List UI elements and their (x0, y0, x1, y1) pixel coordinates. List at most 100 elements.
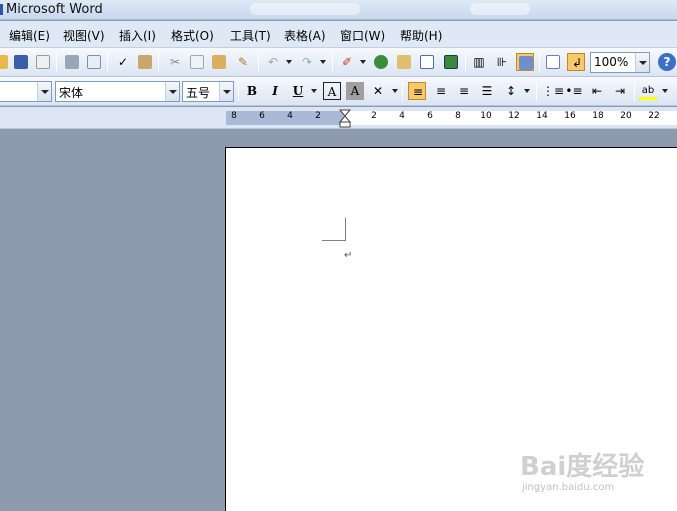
drawing-pen-button[interactable]: ✐ (338, 53, 356, 71)
align-center-button[interactable]: ≡ (432, 82, 450, 100)
columns-button[interactable]: ▥ (470, 53, 488, 71)
ruler-tick: 6 (259, 111, 265, 121)
menu-edit[interactable]: 编辑(E) (9, 27, 50, 44)
document-map-button[interactable] (516, 53, 534, 71)
bold-icon: B (246, 84, 258, 98)
format-painter-button[interactable]: ✎ (234, 53, 252, 71)
copy-icon (190, 55, 204, 69)
spelling-check-icon: ✓ (117, 55, 129, 69)
increase-indent-button[interactable]: ⇥ (611, 82, 629, 100)
ruler-tick: 4 (399, 111, 405, 121)
align-center-icon: ≡ (435, 84, 447, 98)
style-combo[interactable] (0, 81, 52, 102)
redo-dropdown-arrow[interactable] (320, 60, 326, 64)
undo-dropdown-arrow[interactable] (286, 60, 292, 64)
menu-table[interactable]: 表格(A) (284, 27, 326, 44)
underline-icon: U (292, 84, 304, 98)
menu-insert[interactable]: 插入(I) (119, 27, 156, 44)
ruler-tick: 4 (287, 111, 293, 121)
menu-window[interactable]: 窗口(W) (340, 27, 385, 44)
ruler-tick: 8 (455, 111, 461, 121)
pen-dropdown-arrow[interactable] (360, 60, 366, 64)
read-icon (546, 55, 560, 69)
menu-format[interactable]: 格式(O) (171, 27, 214, 44)
help-icon[interactable]: ? (658, 53, 676, 71)
menu-tools[interactable]: 工具(T) (230, 27, 271, 44)
redo-button[interactable]: ↷ (298, 53, 316, 71)
font-name-combo[interactable]: 宋体 (55, 81, 180, 102)
drawing-button[interactable]: ⊪ (493, 53, 511, 71)
tables-borders-icon (397, 55, 411, 69)
bullets-button[interactable]: •≡ (565, 82, 583, 100)
highlight-button[interactable]: ab (639, 82, 657, 100)
char-border-button[interactable]: A (323, 82, 341, 100)
spelling-button[interactable]: ✓ (114, 53, 132, 71)
research-icon (138, 55, 152, 69)
hyperlink-globe-icon (374, 55, 388, 69)
decrease-indent-button[interactable]: ⇤ (588, 82, 606, 100)
font-size-combo[interactable]: 五号 (182, 81, 234, 102)
char-scale-button[interactable]: ✕ (369, 82, 387, 100)
align-right-icon: ≡ (458, 84, 470, 98)
justify-button[interactable]: ☰ (478, 82, 496, 100)
paste-button[interactable] (210, 53, 228, 71)
underline-button[interactable]: U (289, 82, 307, 100)
toolbar-separator (238, 82, 239, 101)
menu-help[interactable]: 帮助(H) (400, 27, 442, 44)
font-name-dropdown-arrow[interactable] (165, 82, 179, 101)
italic-icon: I (272, 84, 278, 98)
ruler-tick: 10 (480, 111, 492, 121)
indent-marker[interactable] (339, 109, 351, 128)
align-left-button[interactable]: ≡ (408, 82, 426, 100)
numbering-button[interactable]: ⋮≡ (542, 82, 565, 100)
font-size-dropdown-arrow[interactable] (219, 82, 233, 101)
char-scale-dropdown-arrow[interactable] (392, 89, 398, 93)
ruler-tick: 12 (508, 111, 520, 121)
zoom-dropdown-arrow[interactable] (635, 53, 649, 72)
print-preview-icon (87, 55, 101, 69)
justify-icon: ☰ (481, 84, 493, 98)
watermark-brand: Bai度经验 (520, 452, 645, 482)
undo-icon: ↶ (267, 55, 279, 69)
decrease-indent-icon: ⇤ (591, 84, 603, 98)
read-mode-button[interactable] (544, 53, 562, 71)
formatting-marks-icon: ↲ (571, 56, 583, 70)
save-button[interactable] (12, 53, 30, 71)
ruler-tick: 16 (564, 111, 576, 121)
copy-button[interactable] (188, 53, 206, 71)
research-button[interactable] (136, 53, 154, 71)
align-right-button[interactable]: ≡ (455, 82, 473, 100)
window-title: Microsoft Word (6, 2, 103, 17)
line-spacing-dropdown-arrow[interactable] (524, 89, 530, 93)
print-button[interactable] (63, 53, 81, 71)
numbered-list-icon: ⋮≡ (542, 84, 565, 98)
line-spacing-button[interactable]: ↕ (502, 82, 520, 100)
cut-button[interactable]: ✂ (166, 53, 184, 71)
italic-button[interactable]: I (266, 82, 284, 100)
undo-button[interactable]: ↶ (264, 53, 282, 71)
permission-button[interactable] (34, 53, 52, 71)
baidu-watermark: Bai度经验 jingyan.baidu.com (514, 440, 664, 500)
redo-icon: ↷ (301, 55, 313, 69)
insert-excel-button[interactable] (442, 53, 460, 71)
menu-view[interactable]: 视图(V) (63, 27, 105, 44)
bold-button[interactable]: B (243, 82, 261, 100)
horizontal-ruler: 8 6 4 2 2 4 6 8 10 12 14 16 18 20 22 (0, 107, 677, 129)
hyperlink-button[interactable] (372, 53, 390, 71)
ruler-tick: 18 (592, 111, 604, 121)
style-dropdown-arrow[interactable] (37, 82, 51, 101)
insert-table-button[interactable] (418, 53, 436, 71)
zoom-combo[interactable]: 100% (590, 52, 650, 73)
print-preview-button[interactable] (85, 53, 103, 71)
margin-corner-mark (322, 240, 346, 241)
toolbar-separator (536, 82, 537, 101)
highlight-dropdown-arrow[interactable] (662, 89, 668, 93)
ruler-tick: 6 (427, 111, 433, 121)
open-button[interactable] (0, 53, 10, 71)
show-hide-button[interactable]: ↲ (567, 53, 585, 71)
title-bar: Microsoft Word (0, 0, 677, 20)
underline-dropdown-arrow[interactable] (311, 89, 317, 93)
line-spacing-icon: ↕ (505, 84, 517, 98)
char-shading-button[interactable]: A (346, 82, 364, 100)
tables-borders-button[interactable] (395, 53, 413, 71)
